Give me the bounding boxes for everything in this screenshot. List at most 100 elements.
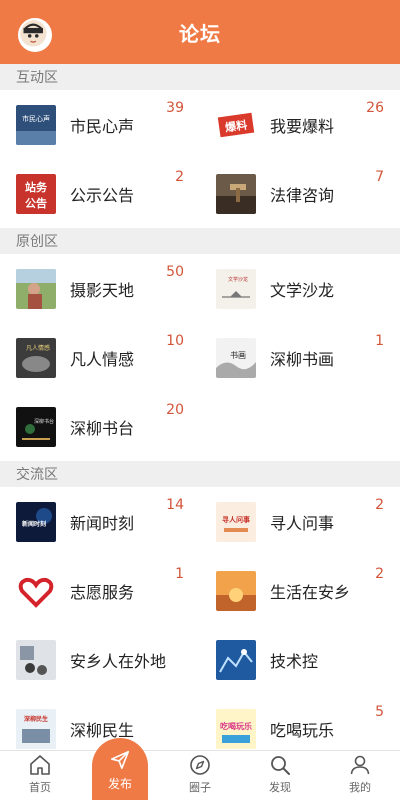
forum-list[interactable]: 互动区 市民心声 市民心声 39 爆料 我要爆料 26 站务公告 公示公告 2 [0,64,400,750]
forum-thumb [16,570,56,611]
forum-thumb [16,639,56,680]
forum-label: 吃喝玩乐 [270,720,335,740]
section-header-original: 原创区 [0,228,400,254]
thumb-text: 凡人情感 [26,344,50,352]
forum-item-fanren[interactable]: 凡人情感 凡人情感 10 [0,323,200,392]
forum-label: 文学沙龙 [270,280,335,300]
forum-item-shuhua[interactable]: 书画 深柳书画 1 [200,323,400,392]
forum-item-chihe[interactable]: 吃喝玩乐 吃喝玩乐 5 [200,694,400,750]
page-title: 论坛 [179,21,221,46]
home-icon [30,755,50,775]
forum-label: 深柳民生 [70,720,135,740]
forum-item-minsheng[interactable]: 深柳民生 深柳民生 [0,694,200,750]
forum-item-jishu[interactable]: 技术控 [200,625,400,694]
search-icon [271,756,290,775]
empty-cell [200,392,400,461]
send-icon [110,750,130,769]
post-count: 1 [175,566,184,582]
tab-label: 首页 [29,781,51,794]
forum-thumb: 文学沙龙 [216,268,256,309]
forum-label: 市民心声 [70,116,135,136]
publish-button[interactable]: 发布 [92,738,148,800]
section-header-exchange: 交流区 [0,461,400,487]
forum-item-zhiyuan[interactable]: 志愿服务 1 [0,556,200,625]
user-icon [350,755,370,775]
forum-label: 法律咨询 [270,185,335,205]
avatar-icon [20,20,47,47]
forum-item-falv[interactable]: 法律咨询 7 [200,159,400,228]
thumb-text: 公告 [25,196,47,210]
forum-item-xunren[interactable]: 寻人问事 寻人问事 2 [200,487,400,556]
post-count: 5 [375,704,384,720]
tab-home[interactable]: 首页 [0,751,80,800]
thumb-text: 深柳民生 [24,715,48,723]
forum-thumb: 市民心声 [16,104,56,145]
forum-thumb: 寻人问事 [216,501,256,542]
forum-label: 摄影天地 [70,280,135,300]
forum-thumb: 深柳书台 [16,406,56,447]
post-count: 39 [166,100,184,116]
forum-item-anxiang[interactable]: 生活在安乡 2 [200,556,400,625]
post-count: 50 [166,264,184,280]
compass-icon [190,755,210,775]
forum-item-wenxue[interactable]: 文学沙龙 文学沙龙 [200,254,400,323]
forum-thumb [216,173,256,214]
forum-thumb [216,570,256,611]
user-avatar[interactable] [18,18,52,52]
thumb-text: 市民心声 [22,114,50,123]
thumb-text: 书画 [230,350,246,360]
post-count: 26 [366,100,384,116]
forum-label: 新闻时刻 [70,513,135,533]
thumb-text: 文学沙龙 [228,276,248,283]
forum-label: 我要爆料 [270,116,335,136]
forum-label: 生活在安乡 [270,582,351,602]
forum-item-shutai[interactable]: 深柳书台 深柳书台 20 [0,392,200,461]
section-header-interaction: 互动区 [0,64,400,90]
forum-thumb [16,268,56,309]
post-count: 2 [175,169,184,185]
post-count: 7 [375,169,384,185]
tab-circle[interactable]: 圈子 [160,751,240,800]
forum-item-shimin[interactable]: 市民心声 市民心声 39 [0,90,200,159]
forum-item-sheying[interactable]: 摄影天地 50 [0,254,200,323]
forum-label: 安乡人在外地 [70,651,167,671]
post-count: 2 [375,497,384,513]
forum-label: 技术控 [270,651,319,671]
tab-label: 发布 [107,776,132,791]
forum-label: 凡人情感 [70,349,135,369]
tab-label: 我的 [349,781,371,794]
thumb-text: 新闻时刻 [22,520,46,528]
top-bar: 论坛 [0,0,400,64]
forum-thumb: 深柳民生 [16,708,56,749]
tab-publish[interactable]: 发布 [80,738,160,800]
forum-thumb: 站务 公告 [16,173,56,214]
tab-label: 发现 [269,781,291,794]
forum-item-xinwen[interactable]: 新闻时刻 新闻时刻 14 [0,487,200,556]
bottom-tab-bar: 首页 发布 圈子 发现 我的 [0,738,400,800]
post-count: 10 [166,333,184,349]
forum-label: 寻人问事 [270,513,335,533]
thumb-text: 寻人问事 [222,515,250,524]
tab-label: 圈子 [189,781,211,794]
thumb-text: 站务 [25,180,48,194]
forum-thumb: 凡人情感 [16,337,56,378]
forum-item-baoliao[interactable]: 爆料 我要爆料 26 [200,90,400,159]
forum-label: 深柳书画 [270,349,335,369]
thumb-text: 深柳书台 [34,418,54,425]
forum-item-waidi[interactable]: 安乡人在外地 [0,625,200,694]
post-count: 14 [166,497,184,513]
forum-thumb: 新闻时刻 [16,501,56,542]
forum-label: 志愿服务 [70,582,135,602]
post-count: 20 [166,402,184,418]
post-count: 2 [375,566,384,582]
forum-thumb: 爆料 [216,104,256,145]
forum-label: 公示公告 [70,185,135,205]
forum-thumb [216,639,256,680]
tab-mine[interactable]: 我的 [320,751,400,800]
forum-thumb: 书画 [216,337,256,378]
tab-discover[interactable]: 发现 [240,751,320,800]
post-count: 1 [375,333,384,349]
forum-label: 深柳书台 [70,418,135,438]
forum-item-gonggao[interactable]: 站务公告 公示公告 2 [0,159,200,228]
forum-thumb: 吃喝玩乐 [216,708,256,749]
